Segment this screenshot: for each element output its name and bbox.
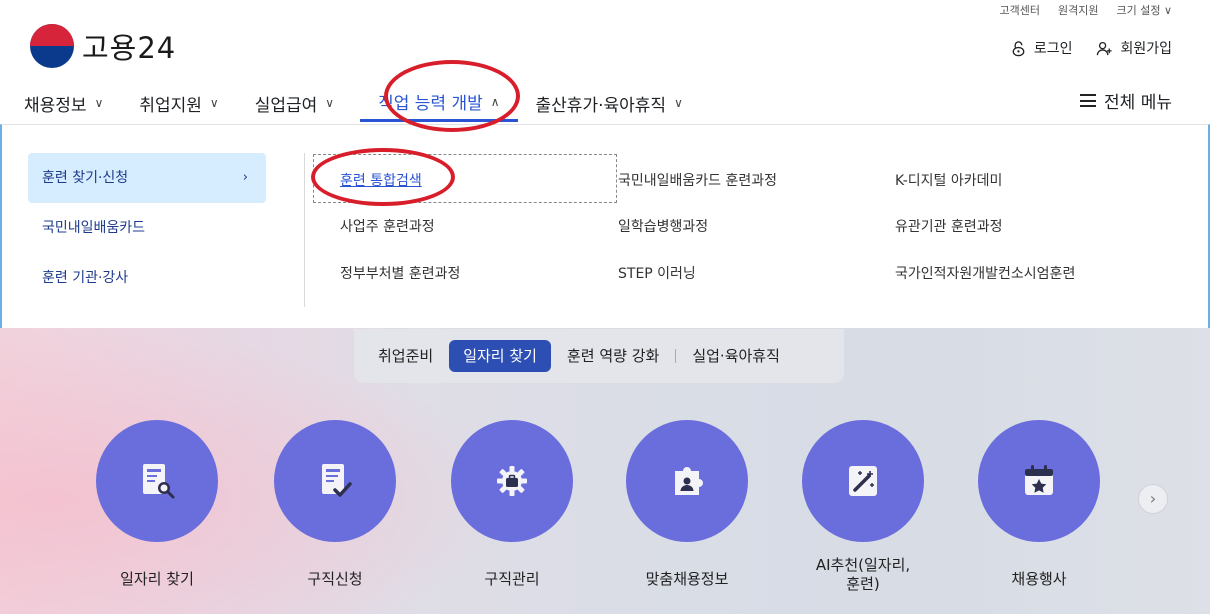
side-item-label: 훈련 찾기·신청 — [42, 170, 129, 186]
nav-label: 직업 능력 개발 — [378, 94, 483, 114]
site-logo[interactable]: 고용24 — [30, 24, 176, 68]
tab-separator — [675, 349, 677, 363]
nav-job-skills-development[interactable]: 직업 능력 개발 ∧ — [360, 84, 518, 122]
service-job-events[interactable]: 채용행사 — [919, 420, 1159, 589]
chevron-down-icon: ∨ — [94, 96, 104, 110]
sub-link-k-digital-academy[interactable]: K-디지털 아카데미 — [895, 170, 1002, 190]
sub-link-learning-card-courses[interactable]: 국민내일배움카드 훈련과정 — [618, 170, 777, 190]
menu-divider — [304, 153, 305, 307]
side-item-label: 훈련 기관·강사 — [42, 270, 129, 286]
nav-parental-leave[interactable]: 출산휴가·육아휴직 ∨ — [518, 84, 701, 122]
side-item-find-training[interactable]: 훈련 찾기·신청 › — [28, 153, 266, 203]
sub-link-related-orgs[interactable]: 유관기관 훈련과정 — [895, 216, 1003, 236]
chevron-down-icon: ∨ — [325, 96, 335, 110]
nav-unemployment-benefit[interactable]: 실업급여 ∨ — [237, 84, 352, 122]
sub-link-integrated-search[interactable]: 훈련 통합검색 — [340, 170, 422, 190]
login-button[interactable]: 로그인 — [1010, 38, 1073, 58]
chevron-up-icon: ∧ — [490, 94, 500, 109]
sub-link-consortium[interactable]: 국가인적자원개발컨소시엄훈련 — [895, 263, 1075, 283]
sub-link-step-elearning[interactable]: STEP 이러닝 — [618, 263, 696, 283]
lock-icon — [1012, 40, 1025, 56]
customer-center-link[interactable]: 고객센터 — [1000, 2, 1040, 18]
full-menu-label: 전체 메뉴 — [1104, 93, 1172, 113]
calendar-star-icon — [1025, 465, 1053, 495]
tab-unemployment-leave[interactable]: 실업·육아휴직 — [688, 340, 784, 372]
tab-training[interactable]: 훈련 역량 강화 — [563, 340, 663, 372]
puzzle-person-icon — [675, 467, 703, 495]
side-item-label: 국민내일배움카드 — [42, 220, 146, 236]
tab-find-jobs[interactable]: 일자리 찾기 — [449, 340, 551, 372]
document-check-icon — [322, 464, 352, 497]
font-size-setting-link[interactable]: 크기 설정 ∨ — [1116, 2, 1172, 18]
mega-menu-side: 훈련 찾기·신청 › 국민내일배움카드 훈련 기관·강사 — [28, 153, 266, 303]
chevron-down-icon: ∨ — [209, 96, 219, 110]
global-nav: 채용정보 ∨ 취업지원 ∨ 실업급여 ∨ 직업 능력 개발 ∧ 출산휴가·육아휴… — [24, 84, 701, 122]
login-label: 로그인 — [1033, 41, 1073, 57]
logo-text: 고용24 — [82, 31, 177, 65]
user-plus-icon — [1097, 41, 1113, 55]
document-search-icon — [143, 464, 175, 499]
nav-label: 실업급여 — [254, 95, 318, 116]
tab-job-prep[interactable]: 취업준비 — [374, 340, 437, 372]
nav-label: 취업지원 — [139, 95, 202, 116]
nav-employment-support[interactable]: 취업지원 ∨ — [121, 84, 236, 122]
nav-job-info[interactable]: 채용정보 ∨ — [24, 84, 121, 122]
remote-support-link[interactable]: 원격지원 — [1058, 2, 1098, 18]
chevron-right-icon: › — [242, 170, 248, 185]
taegeuk-logo-icon — [30, 24, 74, 68]
utility-links: 고객센터 원격지원 크기 설정 ∨ — [1000, 2, 1173, 18]
service-label: 채용행사 — [1011, 570, 1067, 588]
auth-links: 로그인 회원가입 — [1010, 38, 1172, 58]
hamburger-icon — [1080, 94, 1097, 107]
side-item-institutions[interactable]: 훈련 기관·강사 — [28, 253, 266, 303]
full-menu-button[interactable]: 전체 메뉴 — [1080, 88, 1172, 113]
magic-wand-icon — [849, 466, 877, 496]
sub-link-work-study[interactable]: 일학습병행과정 — [618, 216, 708, 236]
nav-label: 채용정보 — [24, 95, 87, 116]
hero-tabs: 취업준비 일자리 찾기 훈련 역량 강화 실업·육아휴직 — [354, 329, 844, 383]
carousel-next-button[interactable]: › — [1138, 484, 1168, 514]
chevron-down-icon: ∨ — [674, 96, 683, 110]
sub-link-employer-courses[interactable]: 사업주 훈련과정 — [340, 216, 435, 236]
sub-link-ministry-courses[interactable]: 정부부처별 훈련과정 — [340, 263, 460, 283]
signup-label: 회원가입 — [1120, 41, 1172, 57]
nav-label: 출산휴가·육아휴직 — [535, 95, 667, 116]
gear-briefcase-icon — [497, 466, 527, 496]
signup-button[interactable]: 회원가입 — [1096, 38, 1172, 58]
side-item-learning-card[interactable]: 국민내일배움카드 — [28, 203, 266, 253]
